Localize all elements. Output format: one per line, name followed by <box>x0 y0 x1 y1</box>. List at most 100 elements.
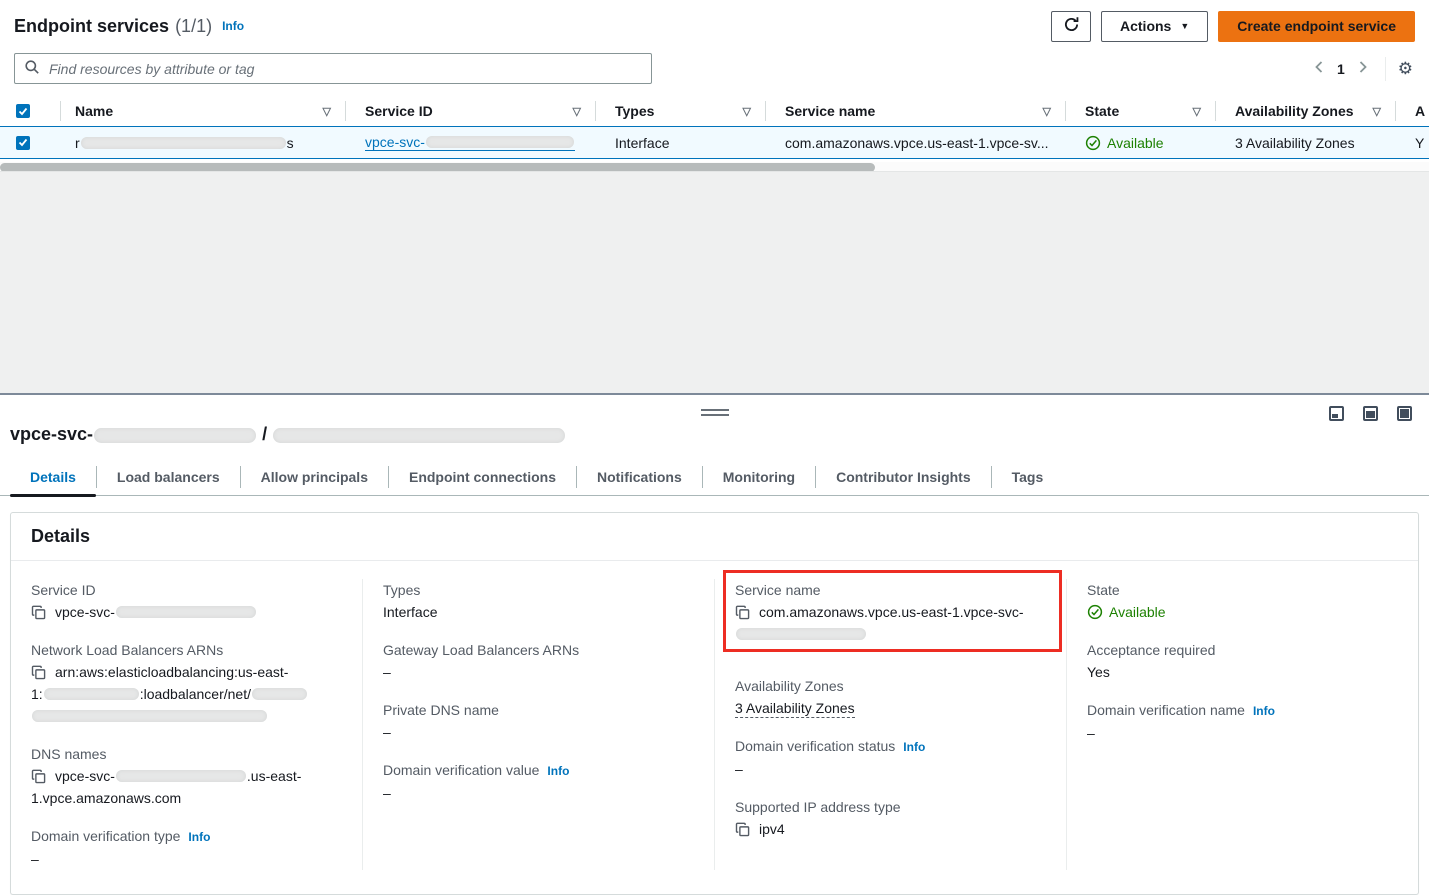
tab-contributor-insights[interactable]: Contributor Insights <box>816 459 991 496</box>
field-label: State <box>1087 579 1398 601</box>
page-title: Endpoint services <box>14 16 169 37</box>
table-cell-availability-zones: 3 Availability Zones <box>1215 135 1395 151</box>
info-link[interactable]: Info <box>547 764 569 778</box>
service-id-link[interactable]: vpce-svc- <box>365 134 575 151</box>
filter-icon[interactable]: ▽ <box>573 105 581 118</box>
field-domain-verification-status: Domain verification statusInfo– <box>735 735 1046 780</box>
create-endpoint-service-button[interactable]: Create endpoint service <box>1218 11 1415 42</box>
redacted-text <box>81 137 286 149</box>
field-supported-ip-address-type: Supported IP address typeipv4 <box>735 796 1046 840</box>
details-column-4: StateAvailableAcceptance requiredYesDoma… <box>1066 579 1418 870</box>
table-cell-service-id: vpce-svc- <box>345 134 595 151</box>
text-fragment: / <box>257 424 272 444</box>
column-label: Availability Zones <box>1235 103 1354 119</box>
filter-icon[interactable]: ▽ <box>1193 105 1201 118</box>
tab-endpoint-connections[interactable]: Endpoint connections <box>389 459 576 496</box>
copy-icon[interactable] <box>31 768 55 784</box>
copy-icon[interactable] <box>735 604 759 620</box>
text-fragment: – <box>383 724 391 740</box>
field-label: Types <box>383 579 694 601</box>
text-fragment: s <box>287 135 294 151</box>
text-fragment: – <box>1087 725 1095 741</box>
column-header-name[interactable]: Name▽ <box>60 96 345 126</box>
text-fragment: vpce-svc- <box>55 768 115 784</box>
refresh-button[interactable] <box>1051 11 1091 42</box>
details-column-1: Service ID vpce-svc- Network Load Balancer… <box>11 579 362 870</box>
field-network-load-balancers-arns: Network Load Balancers ARNsarn:aws:elast… <box>31 639 342 727</box>
select-all-checkbox-checked[interactable] <box>16 104 30 118</box>
column-header-availability-zones[interactable]: Availability Zones ▽ <box>1215 96 1395 126</box>
chevron-right-icon <box>1357 60 1369 77</box>
text-fragment: Yes <box>1087 664 1110 680</box>
copy-icon[interactable] <box>31 604 55 620</box>
redacted-text <box>44 688 139 700</box>
column-header-service-name[interactable]: Service name▽ <box>765 96 1065 126</box>
panel-size-medium-icon[interactable] <box>1363 406 1378 421</box>
value-line: arn:aws:elasticloadbalancing:us-east- <box>31 661 342 683</box>
toolbar: 1 ⚙ <box>14 53 1415 84</box>
info-link[interactable]: Info <box>1253 704 1275 718</box>
value-line <box>735 623 1046 645</box>
value-line: – <box>383 782 694 804</box>
text-fragment: 1.vpce.amazonaws.com <box>31 790 181 806</box>
value-line: 3 Availability Zones <box>735 697 1046 719</box>
availability-zones-link[interactable]: 3 Availability Zones <box>735 700 855 718</box>
copy-icon[interactable] <box>735 821 759 837</box>
page-number[interactable]: 1 <box>1337 61 1345 77</box>
top-section: Endpoint services (1/1) Info Actions ▼ C… <box>0 0 1429 84</box>
tab-notifications[interactable]: Notifications <box>577 459 702 496</box>
tab-tags[interactable]: Tags <box>992 459 1064 496</box>
copy-icon[interactable] <box>31 664 55 680</box>
panel-drag-handle[interactable] <box>701 409 729 419</box>
text-fragment: vpce-svc- <box>365 134 425 150</box>
actions-button[interactable]: Actions ▼ <box>1101 11 1208 42</box>
table-cell-a: Y <box>1395 135 1429 151</box>
filter-icon[interactable]: ▽ <box>323 105 331 118</box>
search-input[interactable] <box>47 60 642 78</box>
panel-layout-controls <box>1329 406 1412 421</box>
panel-size-small-icon[interactable] <box>1329 406 1344 421</box>
filter-icon[interactable]: ▽ <box>1043 105 1051 118</box>
tab-allow-principals[interactable]: Allow principals <box>241 459 388 496</box>
resource-count: (1/1) <box>175 16 212 37</box>
info-link[interactable]: Info <box>188 830 210 844</box>
tab-bar: DetailsLoad balancersAllow principalsEnd… <box>0 459 1429 496</box>
field-value: – <box>1087 722 1398 744</box>
details-heading: Details <box>31 526 1398 547</box>
column-header-types[interactable]: Types▽ <box>595 96 765 126</box>
field-gateway-load-balancers-arns: Gateway Load Balancers ARNs– <box>383 639 694 683</box>
redacted-text <box>116 606 256 618</box>
search-box[interactable] <box>14 53 652 84</box>
field-value: vpce-svc-.us-east-1.vpce.amazonaws.com <box>31 765 342 809</box>
field-label-text: Domain verification value <box>383 762 539 778</box>
next-page-button[interactable] <box>1351 58 1375 79</box>
info-link[interactable]: Info <box>903 740 925 754</box>
tab-details[interactable]: Details <box>10 459 96 496</box>
availability-zones-link[interactable]: 3 Availability Zones <box>1235 135 1355 151</box>
field-label-text: Service name <box>735 582 821 598</box>
field-label: Service ID <box>31 579 342 601</box>
tab-load-balancers[interactable]: Load balancers <box>97 459 240 496</box>
field-value: – <box>31 848 342 870</box>
filter-icon[interactable]: ▽ <box>743 105 751 118</box>
field-value: Interface <box>383 601 694 623</box>
text-fragment: Interface <box>383 604 437 620</box>
filter-icon[interactable]: ▽ <box>1373 105 1381 118</box>
column-header-state[interactable]: State▽ <box>1065 96 1215 126</box>
value-line: – <box>735 758 1046 780</box>
column-header-service-id[interactable]: Service ID▽ <box>345 96 595 126</box>
value-line: 1::loadbalancer/net/ <box>31 683 342 705</box>
field-label: Availability Zones <box>735 675 1046 697</box>
settings-button[interactable]: ⚙ <box>1396 60 1415 77</box>
info-link[interactable]: Info <box>222 19 244 33</box>
search-icon <box>24 59 40 78</box>
row-checkbox-checked[interactable] <box>16 136 30 150</box>
field-value: – <box>383 782 694 804</box>
status-text: Available <box>1109 604 1166 620</box>
tab-monitoring[interactable]: Monitoring <box>703 459 815 496</box>
column-header-a[interactable]: A <box>1395 96 1429 126</box>
field-label: DNS names <box>31 743 342 765</box>
header-checkbox-cell <box>0 104 60 118</box>
panel-size-full-icon[interactable] <box>1397 406 1412 421</box>
prev-page-button[interactable] <box>1307 58 1331 79</box>
